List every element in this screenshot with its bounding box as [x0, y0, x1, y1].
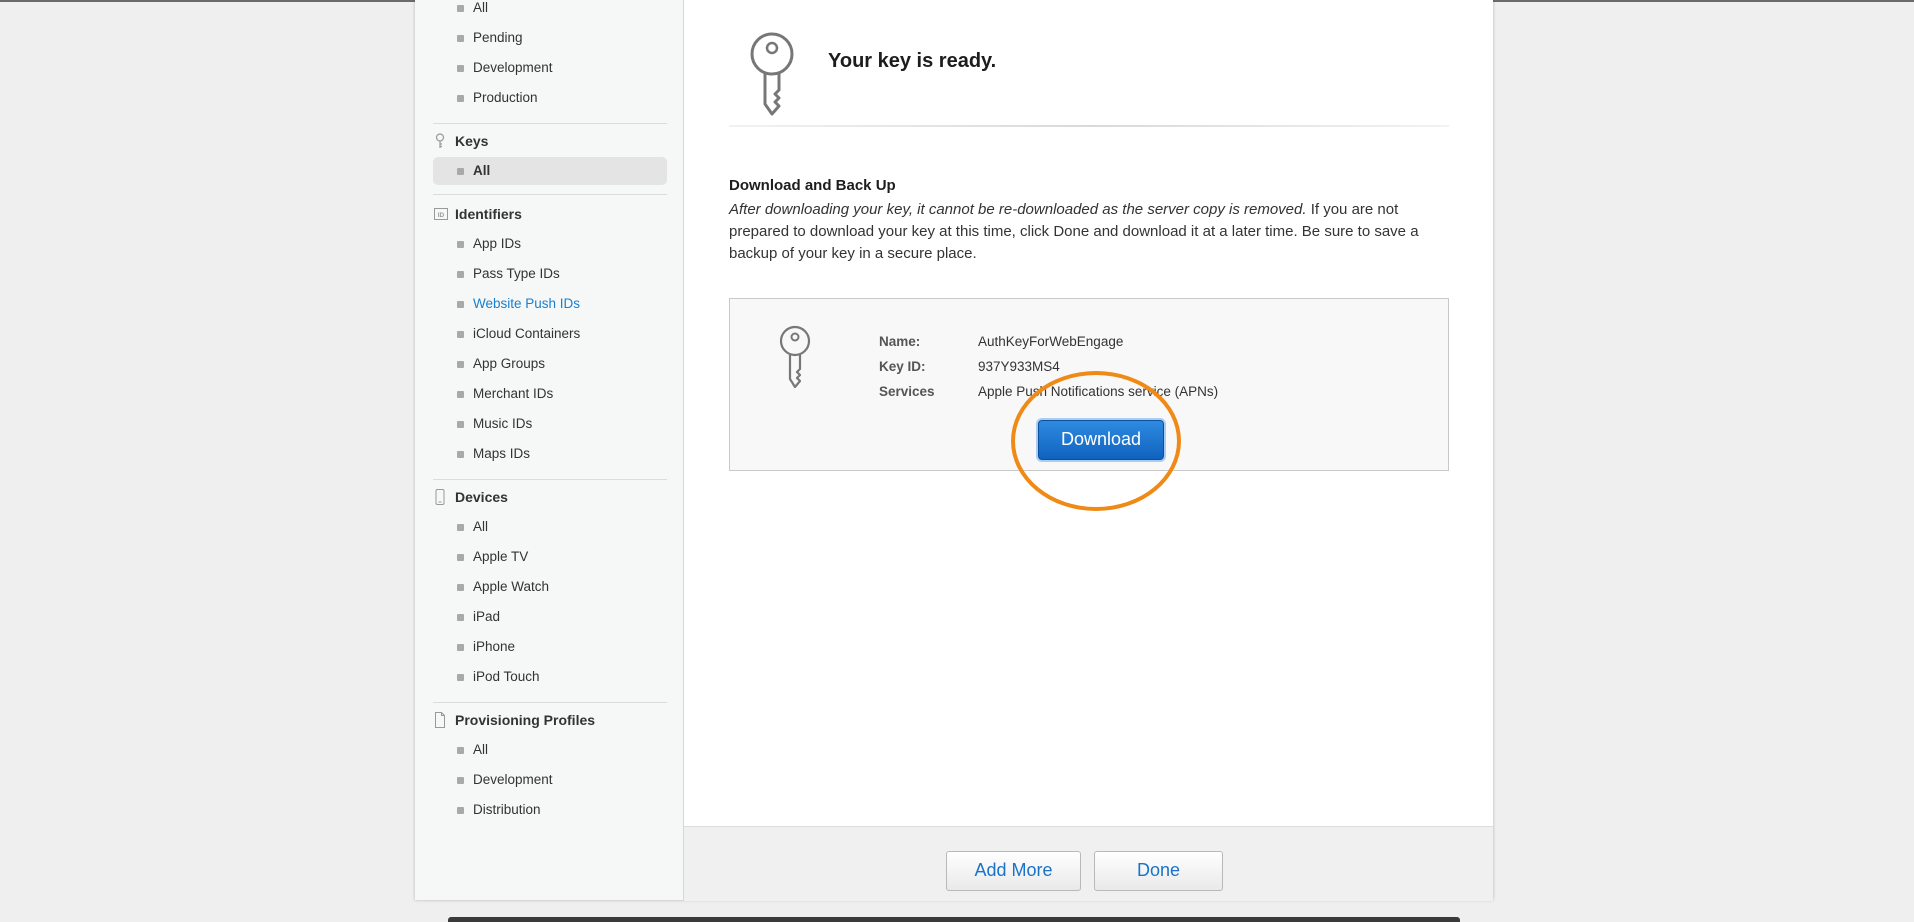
bullet-icon: [457, 451, 464, 458]
sidebar-item-merchant-ids[interactable]: Merchant IDs: [433, 380, 667, 408]
page-title: Your key is ready.: [828, 50, 997, 72]
bullet-icon: [457, 644, 464, 651]
sidebar-item-app-groups[interactable]: App Groups: [433, 350, 667, 378]
sidebar-item-iphone[interactable]: iPhone: [433, 633, 667, 661]
sidebar-item-profiles-development[interactable]: Development: [433, 766, 667, 794]
id-icon: ID: [434, 208, 448, 220]
sidebar-divider: [433, 194, 667, 195]
sidebar-item-apple-tv[interactable]: Apple TV: [433, 543, 667, 571]
key-icon: [435, 133, 445, 148]
key-name-value: AuthKeyForWebEngage: [978, 334, 1124, 349]
sidebar-item-icloud-containers[interactable]: iCloud Containers: [433, 320, 667, 348]
sidebar-item-certificates-pending[interactable]: Pending: [433, 24, 667, 52]
document-icon: [435, 712, 445, 728]
sidebar-item-maps-ids[interactable]: Maps IDs: [433, 440, 667, 468]
sidebar-divider: [433, 123, 667, 124]
sidebar-item-certificates-production[interactable]: Production: [433, 84, 667, 112]
key-services-label: Services: [879, 384, 935, 399]
bullet-icon: [457, 168, 464, 175]
bullet-icon: [457, 65, 464, 72]
bullet-icon: [457, 95, 464, 102]
bullet-icon: [457, 524, 464, 531]
svg-text:ID: ID: [438, 212, 445, 219]
sidebar-item-ipod-touch[interactable]: iPod Touch: [433, 663, 667, 691]
sidebar-item-profiles-distribution[interactable]: Distribution: [433, 796, 667, 824]
sidebar-item-devices-all[interactable]: All: [433, 513, 667, 541]
bullet-icon: [457, 361, 464, 368]
sidebar-item-keys-all[interactable]: All: [433, 157, 667, 185]
download-highlight-ring: [1011, 371, 1181, 511]
sidebar-header-identifiers: ID Identifiers: [433, 202, 667, 226]
bullet-icon: [457, 747, 464, 754]
sidebar-item-certificates-all[interactable]: All: [433, 0, 667, 22]
bullet-icon: [457, 614, 464, 621]
sidebar-divider: [433, 702, 667, 703]
add-more-button[interactable]: Add More: [946, 851, 1081, 891]
key-icon: [779, 325, 811, 389]
section-description: After downloading your key, it cannot be…: [729, 199, 1449, 265]
bullet-icon: [457, 777, 464, 784]
app-window: All Pending Development Production Keys …: [415, 0, 1493, 901]
sidebar-item-apple-watch[interactable]: Apple Watch: [433, 573, 667, 601]
sidebar-item-certificates-development[interactable]: Development: [433, 54, 667, 82]
sidebar-item-profiles-all[interactable]: All: [433, 736, 667, 764]
sidebar-header-provisioning-profiles: Provisioning Profiles: [433, 708, 667, 732]
bottom-edge: [448, 917, 1460, 922]
sidebar-item-pass-type-ids[interactable]: Pass Type IDs: [433, 260, 667, 288]
bullet-icon: [457, 674, 464, 681]
bullet-icon: [457, 391, 464, 398]
bullet-icon: [457, 584, 464, 591]
bullet-icon: [457, 241, 464, 248]
bullet-icon: [457, 807, 464, 814]
done-button[interactable]: Done: [1094, 851, 1223, 891]
header-divider: [729, 125, 1449, 127]
device-icon: [435, 489, 445, 505]
key-id-label: Key ID:: [879, 359, 926, 374]
key-name-label: Name:: [879, 334, 921, 349]
bullet-icon: [457, 301, 464, 308]
key-icon: [750, 32, 794, 116]
sidebar-item-app-ids[interactable]: App IDs: [433, 230, 667, 258]
bullet-icon: [457, 5, 464, 12]
bullet-icon: [457, 271, 464, 278]
footer-bar: Add More Done: [684, 826, 1493, 901]
sidebar-item-music-ids[interactable]: Music IDs: [433, 410, 667, 438]
sidebar-header-devices: Devices: [433, 485, 667, 509]
sidebar-divider: [433, 479, 667, 480]
key-id-value: 937Y933MS4: [978, 359, 1060, 374]
bullet-icon: [457, 35, 464, 42]
bullet-icon: [457, 554, 464, 561]
sidebar-header-keys: Keys: [433, 129, 667, 153]
sidebar-item-website-push-ids[interactable]: Website Push IDs: [433, 290, 667, 318]
bullet-icon: [457, 331, 464, 338]
warning-text: After downloading your key, it cannot be…: [729, 201, 1307, 218]
section-title: Download and Back Up: [729, 177, 896, 194]
sidebar: All Pending Development Production Keys …: [415, 0, 684, 900]
bullet-icon: [457, 421, 464, 428]
sidebar-item-ipad[interactable]: iPad: [433, 603, 667, 631]
